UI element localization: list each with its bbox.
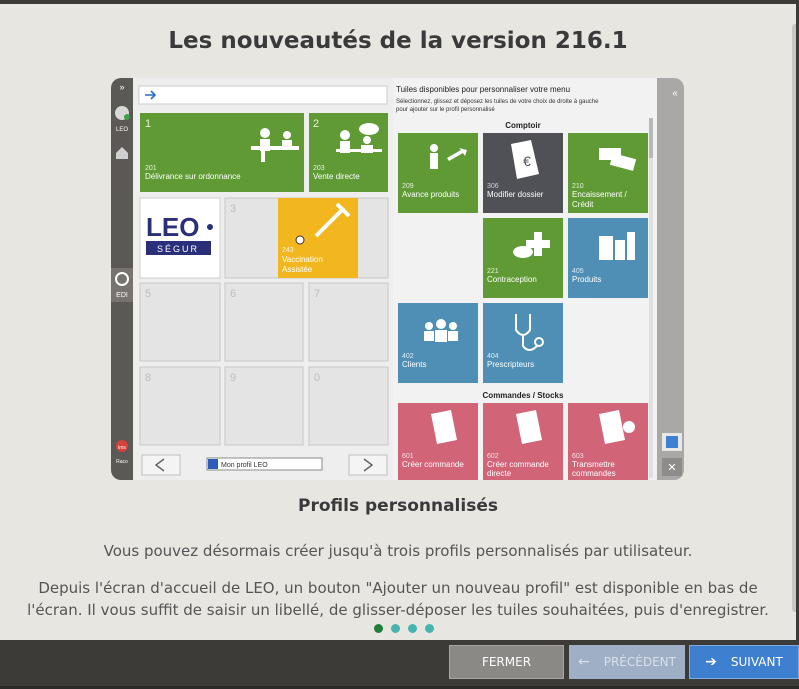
svg-text:5: 5 — [145, 288, 151, 300]
arrow-left-icon: ← — [578, 654, 590, 670]
feature-description-2: Depuis l'écran d'accueil de LEO, un bout… — [27, 579, 769, 619]
news-dialog: Les nouveautés de la version 216.1 » LEO… — [0, 4, 796, 640]
svg-text:Encaissement /: Encaissement / — [572, 190, 627, 199]
close-button-label: FERMER — [481, 655, 532, 669]
svg-text:Mon profil LEO: Mon profil LEO — [221, 462, 268, 469]
grid-slot-9 — [224, 366, 304, 446]
svg-text:7: 7 — [314, 288, 320, 300]
svg-text:306: 306 — [487, 183, 499, 190]
svg-text:0: 0 — [314, 372, 320, 384]
sidebar-raco-label: Raco — [116, 459, 128, 465]
svg-text:402: 402 — [402, 353, 414, 360]
grid-slot-7 — [308, 282, 389, 362]
svg-text:ims: ims — [118, 445, 126, 451]
svg-text:directe: directe — [487, 469, 512, 478]
svg-text:243: 243 — [282, 247, 294, 254]
sidebar-edi-label: EDI — [116, 292, 128, 299]
svg-text:Produits: Produits — [572, 275, 601, 284]
grid-slot-5 — [139, 282, 221, 362]
forbidden-icon — [295, 235, 305, 245]
svg-text:3: 3 — [230, 203, 236, 215]
svg-text:Crédit: Crédit — [572, 200, 594, 209]
svg-text:Créer commande: Créer commande — [402, 460, 464, 469]
svg-text:1: 1 — [145, 118, 151, 130]
svg-text:Vente directe: Vente directe — [313, 172, 360, 181]
svg-text:€: € — [523, 153, 531, 169]
leo-logo-text: LEO — [146, 212, 199, 242]
svg-text:Sélectionnez, glissez et dépos: Sélectionnez, glissez et déposez les tui… — [396, 99, 599, 105]
close-button[interactable]: FERMER — [449, 645, 564, 679]
feature-screenshot: » LEO EDI ims Raco 1 201 Délivrance sur … — [111, 78, 684, 480]
svg-text:Avance produits: Avance produits — [402, 190, 459, 199]
svg-text:221: 221 — [487, 268, 499, 275]
svg-text:Modifier dossier: Modifier dossier — [487, 190, 544, 199]
svg-text:404: 404 — [487, 353, 499, 360]
svg-text:SÉGUR: SÉGUR — [157, 244, 199, 254]
svg-text:Comptoir: Comptoir — [505, 121, 541, 130]
grid-slot-6 — [224, 282, 304, 362]
arrow-right-icon: ➔ — [705, 654, 717, 670]
next-profile-button — [348, 454, 388, 476]
double-left-chevron-icon: « — [672, 88, 678, 99]
svg-text:603: 603 — [572, 453, 584, 460]
next-button[interactable]: ➔ SUIVANT — [689, 645, 799, 679]
pagination-dots — [374, 624, 434, 634]
svg-text:2: 2 — [313, 118, 319, 130]
previous-button-label: PRÉCÉDENT — [603, 655, 676, 669]
svg-text:203: 203 — [313, 165, 325, 172]
page-dot-3[interactable] — [408, 624, 417, 633]
svg-text:Créer commande: Créer commande — [487, 460, 549, 469]
svg-text:commandes: commandes — [572, 469, 616, 478]
right-strip — [657, 78, 684, 480]
svg-text:Tuiles disponibles pour person: Tuiles disponibles pour personnaliser vo… — [396, 85, 570, 94]
svg-text:Assistée: Assistée — [282, 265, 313, 274]
svg-text:405: 405 — [572, 268, 584, 275]
svg-text:Transmettre: Transmettre — [572, 460, 615, 469]
dialog-title: Les nouveautés de la version 216.1 — [168, 28, 628, 54]
feature-subtitle: Profils personnalisés — [298, 496, 498, 516]
svg-text:Délivrance sur ordonnance: Délivrance sur ordonnance — [145, 172, 241, 181]
svg-text:Vaccination: Vaccination — [282, 255, 323, 264]
page-dot-2[interactable] — [391, 624, 400, 633]
next-button-label: SUIVANT — [730, 655, 783, 669]
svg-text:9: 9 — [230, 372, 236, 384]
prev-profile-button — [141, 454, 181, 476]
svg-text:201: 201 — [145, 165, 157, 172]
feature-description-1: Vous pouvez désormais créer jusqu'à troi… — [103, 542, 693, 560]
sidebar-collapse-icon: » — [119, 82, 124, 92]
sidebar-leo-label: LEO — [116, 127, 128, 133]
previous-button[interactable]: ← PRÉCÉDENT — [569, 645, 685, 679]
svg-text:209: 209 — [402, 183, 414, 190]
tile-402 — [398, 303, 478, 383]
svg-text:Commandes / Stocks: Commandes / Stocks — [483, 391, 564, 400]
svg-text:Prescripteurs: Prescripteurs — [487, 360, 534, 369]
dialog-scrollbar[interactable] — [792, 24, 796, 612]
panel-scrollbar — [649, 118, 653, 158]
grid-slot-8 — [139, 366, 221, 446]
svg-text:Clients: Clients — [402, 360, 426, 369]
svg-text:Contraception: Contraception — [487, 275, 537, 284]
svg-text:6: 6 — [230, 288, 236, 300]
page-dot-1[interactable] — [374, 624, 383, 633]
svg-text:601: 601 — [402, 453, 414, 460]
svg-text:210: 210 — [572, 183, 584, 190]
page-dot-4[interactable] — [425, 624, 434, 633]
grid-slot-0 — [308, 366, 389, 446]
tile-209 — [398, 133, 478, 213]
svg-text:8: 8 — [145, 372, 151, 384]
svg-text:602: 602 — [487, 453, 499, 460]
svg-text:✕: ✕ — [667, 462, 676, 474]
svg-text:pour ajouter sur le profil per: pour ajouter sur le profil personnalisé — [396, 107, 495, 113]
